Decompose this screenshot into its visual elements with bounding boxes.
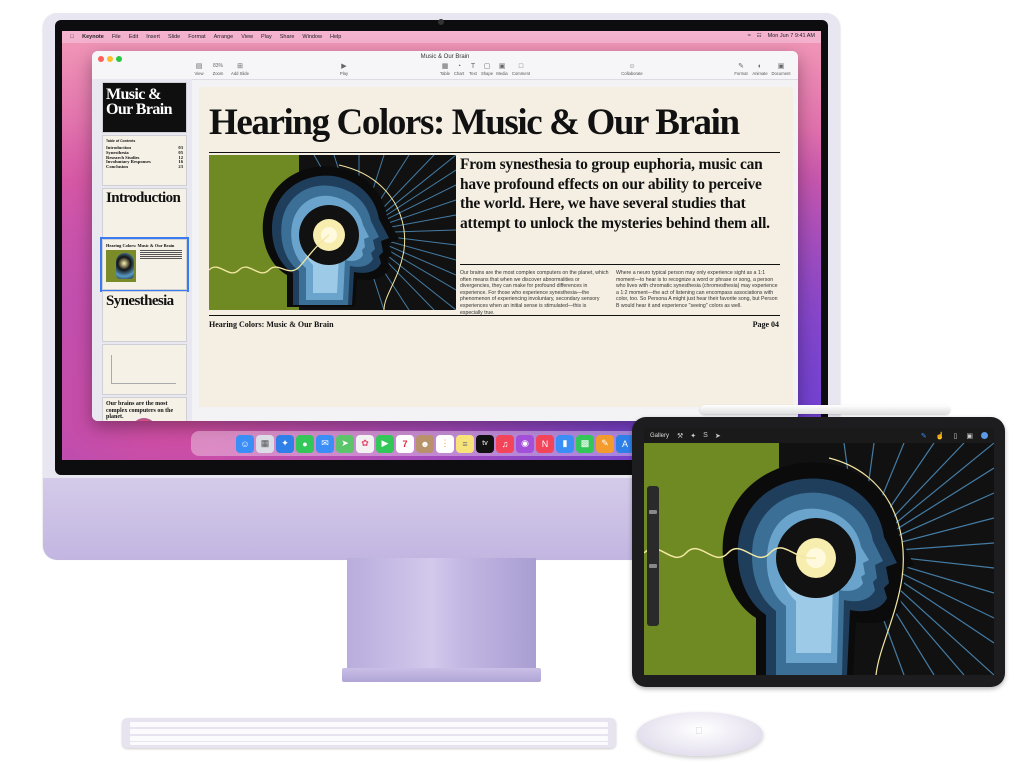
color-picker[interactable]: [981, 432, 988, 439]
gallery-button[interactable]: Gallery: [650, 433, 669, 439]
calendar-icon[interactable]: 7: [396, 434, 414, 453]
head-artwork[interactable]: [209, 155, 456, 310]
play-button[interactable]: ▶ Play: [329, 62, 359, 76]
magic-mouse: : [637, 712, 763, 756]
imac-stand-base: [342, 668, 541, 682]
toc-list: Introduction 03 Synesthesia 05 Research St…: [106, 145, 183, 170]
intro-rule: [460, 264, 780, 265]
dock: ☺ ▦ ✦ ● ✉ ➤ ✿ ▶ 7 ☻ ⋮ ≡ tv ♫ ◉ N ▮ ▩ ✎ A…: [191, 431, 699, 456]
finder-icon[interactable]: ☺: [236, 434, 254, 453]
page-number: Page 04: [752, 320, 779, 329]
music-icon[interactable]: ♫: [496, 434, 514, 453]
slide-thumbnail-1[interactable]: Music & Our Brain: [102, 82, 187, 133]
maps-icon[interactable]: ➤: [336, 434, 354, 453]
opacity-handle[interactable]: [649, 564, 657, 568]
ipad-screen: Gallery ⚒ ✦ S ➤ ✎ ☝ ▯ ▣: [644, 428, 994, 675]
eraser-icon[interactable]: ▯: [954, 432, 958, 440]
camera-icon: [438, 19, 444, 25]
facetime-icon[interactable]: ▶: [376, 434, 394, 453]
menu-format[interactable]: Format: [188, 34, 205, 40]
apple-pencil: [700, 405, 950, 414]
keynote-icon[interactable]: ▮: [556, 434, 574, 453]
control-center-icon[interactable]: ☷: [757, 33, 762, 39]
slide-thumbnail-4-selected[interactable]: Hearing Colors: Music & Our Brain: [100, 237, 189, 292]
messages-icon[interactable]: ●: [296, 434, 314, 453]
adjustments-icon[interactable]: ✦: [690, 432, 696, 440]
news-icon[interactable]: N: [536, 434, 554, 453]
play-icon: ▶: [341, 63, 347, 70]
body-column-1[interactable]: Our brains are the most complex computer…: [460, 270, 610, 316]
slide-thumbnail-7[interactable]: Our brains are the most complex computer…: [102, 397, 187, 421]
menu-help[interactable]: Help: [330, 34, 341, 40]
wrench-icon[interactable]: ⚒: [677, 432, 683, 440]
brush-size-handle[interactable]: [649, 510, 657, 514]
apple-menu-icon[interactable]: : [70, 34, 74, 40]
menu-edit[interactable]: Edit: [129, 34, 138, 40]
menu-app-name[interactable]: Keynote: [82, 34, 104, 40]
desktop-screen:  Keynote File Edit Insert Slide Format …: [62, 31, 821, 460]
mail-icon[interactable]: ✉: [316, 434, 334, 453]
clock[interactable]: Mon Jun 7 9:41 AM: [768, 33, 815, 39]
slide-thumbnail-3[interactable]: Introduction: [102, 188, 187, 239]
menu-view[interactable]: View: [241, 34, 253, 40]
menu-bar:  Keynote File Edit Insert Slide Format …: [62, 31, 821, 43]
add-slide-button[interactable]: ⊞ Add Slide: [225, 62, 255, 76]
menu-file[interactable]: File: [112, 34, 121, 40]
keynote-window: Music & Our Brain ▤ View 83% Zoom ⊞ Add Sli…: [92, 51, 798, 421]
procreate-toolbar: Gallery ⚒ ✦ S ➤ ✎ ☝ ▯ ▣: [644, 428, 994, 443]
slide-title[interactable]: Hearing Colors: Music & Our Brain: [209, 101, 740, 144]
footer-rule: [209, 315, 780, 316]
slide-thumbnail-2[interactable]: Table of Contents Introduction 03 Synesth…: [102, 135, 187, 186]
collaborate-button[interactable]: ☺ Collaborate: [617, 62, 647, 76]
smudge-icon[interactable]: ☝: [936, 432, 945, 440]
numbers-icon[interactable]: ▩: [576, 434, 594, 453]
thumbnail-artwork: [106, 250, 136, 282]
menu-slide[interactable]: Slide: [168, 34, 180, 40]
brush-icon[interactable]: ✎: [921, 432, 927, 440]
comment-button[interactable]: □ Comment: [506, 62, 536, 76]
slide-navigator: Music & Our Brain Table of Contents Intr…: [92, 79, 192, 421]
comment-icon: □: [518, 63, 524, 70]
document-button[interactable]: ▣ Document: [766, 62, 796, 76]
magic-keyboard: [122, 718, 616, 748]
safari-icon[interactable]: ✦: [276, 434, 294, 453]
slide-thumbnail-6[interactable]: [102, 344, 187, 395]
notes-icon[interactable]: ≡: [456, 434, 474, 453]
photos-icon[interactable]: ✿: [356, 434, 374, 453]
brush-size-slider[interactable]: [647, 486, 659, 626]
menu-play[interactable]: Play: [261, 34, 272, 40]
add-slide-icon: ⊞: [237, 63, 243, 70]
document-title: Music & Our Brain: [420, 54, 470, 60]
transform-icon[interactable]: ➤: [715, 432, 721, 440]
pages-icon[interactable]: ✎: [596, 434, 614, 453]
reminders-icon[interactable]: ⋮: [436, 434, 454, 453]
slide-thumbnail-5[interactable]: Synesthesia: [102, 291, 187, 342]
window-toolbar: Music & Our Brain ▤ View 83% Zoom ⊞ Add Sli…: [92, 51, 798, 80]
collaborate-icon: ☺: [628, 63, 636, 70]
menu-share[interactable]: Share: [280, 34, 295, 40]
imac-stand: [347, 558, 536, 676]
menu-arrange[interactable]: Arrange: [214, 34, 234, 40]
apple-logo-icon: : [695, 726, 703, 737]
slide-canvas[interactable]: Hearing Colors: Music & Our Brain From s…: [199, 87, 793, 407]
body-column-2[interactable]: Where a neuro typical person may only ex…: [616, 270, 778, 310]
intro-text[interactable]: From synesthesia to group euphoria, musi…: [460, 155, 778, 233]
menu-window[interactable]: Window: [302, 34, 322, 40]
slide-footer-title: Hearing Colors: Music & Our Brain: [209, 320, 334, 329]
layers-icon[interactable]: ▣: [966, 432, 973, 440]
menu-insert[interactable]: Insert: [146, 34, 160, 40]
perception-diagram: [111, 355, 176, 384]
wifi-icon[interactable]: ≈: [748, 33, 751, 39]
selection-icon[interactable]: S: [703, 432, 708, 439]
ipad-canvas-artwork[interactable]: [644, 443, 994, 675]
launchpad-icon[interactable]: ▦: [256, 434, 274, 453]
document-icon: ▣: [777, 63, 785, 70]
title-rule: [209, 152, 780, 153]
tv-icon[interactable]: tv: [476, 434, 494, 453]
contacts-icon[interactable]: ☻: [416, 434, 434, 453]
podcasts-icon[interactable]: ◉: [516, 434, 534, 453]
